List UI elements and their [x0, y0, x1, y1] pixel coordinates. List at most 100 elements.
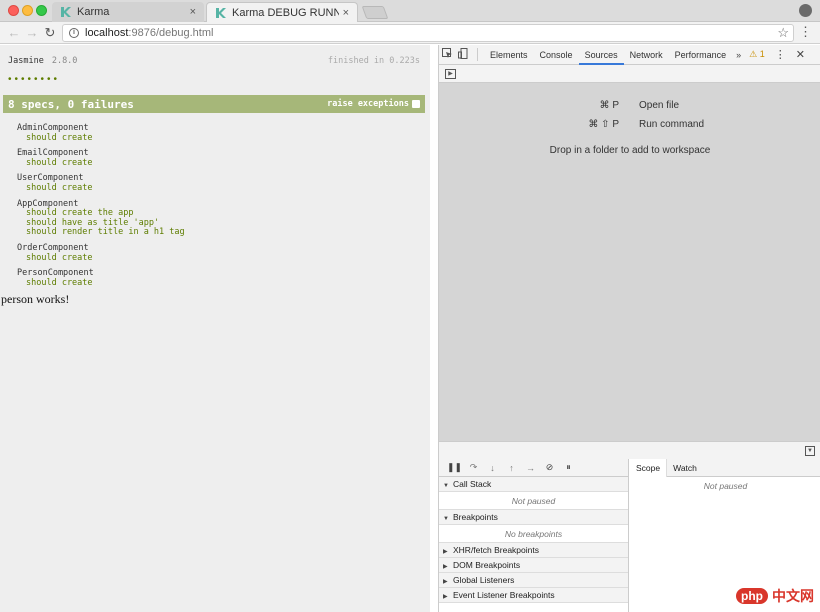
summary-text: 8 specs, 0 failures	[8, 97, 134, 111]
sources-subtoolbar: ▶	[439, 65, 820, 83]
browser-tab-debug-runner[interactable]: Karma DEBUG RUNNER ×	[206, 2, 358, 23]
shortcut-keys: ⌘ ⇧ P	[588, 119, 619, 130]
karma-logo-icon	[216, 8, 226, 18]
tab-console[interactable]: Console	[534, 45, 579, 65]
reload-icon[interactable]: ↻	[42, 25, 58, 41]
close-window-button[interactable]	[8, 5, 19, 16]
device-toolbar-icon[interactable]	[455, 47, 471, 62]
minimize-window-button[interactable]	[22, 5, 33, 16]
toolbar-divider	[477, 48, 478, 61]
spec-link[interactable]: should create	[17, 158, 185, 169]
tab-close-icon[interactable]: ×	[190, 6, 196, 18]
shortcut-label: Run command	[639, 119, 705, 130]
pause-on-exceptions-icon[interactable]: ⏸	[559, 462, 578, 473]
xhr-breakpoints-header[interactable]: ▶ XHR/fetch Breakpoints	[439, 543, 628, 558]
section-title: Event Listener Breakpoints	[453, 590, 555, 600]
more-tabs-icon[interactable]: »	[732, 50, 745, 60]
suite-group: EmailComponent should create	[17, 149, 185, 168]
expand-triangle-icon: ▼	[443, 516, 449, 522]
warning-count-badge[interactable]: ⚠ 1	[749, 49, 765, 60]
tab-watch[interactable]: Watch	[667, 459, 703, 477]
drop-folder-hint: Drop in a folder to add to workspace	[549, 145, 711, 156]
karma-logo-icon	[61, 7, 71, 17]
jasmine-header: Jasmine 2.8.0 finished in 0.223s	[8, 56, 420, 66]
profile-icon[interactable]	[799, 4, 812, 17]
spec-result-dots: ••••••••	[8, 74, 61, 85]
sources-editor-area: ⌘ P Open file ⌘ ⇧ P Run command Drop in …	[439, 83, 820, 441]
pause-icon[interactable]: ❚❚	[445, 462, 464, 473]
step-out-icon[interactable]: ↑	[502, 463, 521, 473]
suite-group: AppComponent should create the app should …	[17, 199, 185, 238]
tab-scope[interactable]: Scope	[630, 458, 668, 477]
collapsed-triangle-icon: ▶	[443, 594, 448, 600]
raise-exceptions-checkbox[interactable]	[412, 100, 420, 108]
show-navigator-icon[interactable]: ▶	[445, 69, 456, 79]
shortcut-keys: ⌘ P	[599, 100, 619, 111]
debugger-toggle-bar: ▼	[439, 441, 820, 459]
address-bar[interactable]: i localhost :9876/debug.html ☆	[62, 24, 794, 42]
inspect-element-icon[interactable]	[439, 47, 455, 62]
spec-link[interactable]: should create	[17, 183, 185, 194]
global-listeners-header[interactable]: ▶ Global Listeners	[439, 573, 628, 588]
section-title: Breakpoints	[453, 512, 498, 522]
debugger-controls: ❚❚ ↷ ↓ ↑ → ⊘ ⏸	[439, 459, 628, 477]
suite-group: UserComponent should create	[17, 174, 185, 193]
watermark: php 中文网	[736, 586, 814, 606]
scope-body: Not paused	[703, 481, 748, 491]
spec-link[interactable]: should render title in a h1 tag	[17, 228, 185, 238]
section-title: XHR/fetch Breakpoints	[453, 545, 539, 555]
spec-link[interactable]: should create	[17, 278, 185, 289]
tab-close-icon[interactable]: ×	[343, 7, 349, 19]
page-content: Jasmine 2.8.0 finished in 0.223s ••••••••…	[0, 45, 430, 612]
debugger-sidebar: ❚❚ ↷ ↓ ↑ → ⊘ ⏸ ▼ Call Stack Not paused ▼ B…	[439, 459, 629, 612]
devtools-panel: Elements Console Sources Network Perform…	[438, 45, 820, 612]
browser-toolbar: ← → ↻ i localhost :9876/debug.html ☆ ⋮	[0, 22, 820, 44]
back-arrow-icon[interactable]: ←	[6, 25, 22, 41]
tab-elements[interactable]: Elements	[484, 45, 534, 65]
breakpoints-header[interactable]: ▼ Breakpoints	[439, 510, 628, 525]
section-title: Call Stack	[453, 479, 492, 489]
dom-breakpoints-header[interactable]: ▶ DOM Breakpoints	[439, 558, 628, 573]
browser-menu-icon[interactable]: ⋮	[799, 25, 812, 39]
shortcut-label: Open file	[639, 100, 680, 111]
step-over-icon[interactable]: ↷	[464, 462, 483, 473]
section-title: DOM Breakpoints	[453, 560, 521, 570]
tab-sources[interactable]: Sources	[578, 45, 624, 65]
suite-group: OrderComponent should create	[17, 243, 185, 264]
tab-title: Karma DEBUG RUNNER	[232, 7, 339, 19]
watermark-logo: php	[736, 588, 768, 604]
expand-triangle-icon: ▼	[443, 483, 449, 489]
step-icon[interactable]: →	[521, 463, 540, 473]
new-tab-button[interactable]	[361, 6, 389, 19]
browser-tab-karma[interactable]: Karma ×	[52, 2, 204, 22]
tab-network[interactable]: Network	[624, 45, 669, 65]
step-into-icon[interactable]: ↓	[483, 463, 502, 473]
watermark-text: 中文网	[772, 588, 814, 604]
devtools-menu-icon[interactable]: ⋮	[775, 48, 786, 61]
devtools-close-icon[interactable]: ✕	[796, 48, 805, 61]
breakpoints-body: No breakpoints	[439, 525, 628, 543]
suite-group: AdminComponent should create	[17, 123, 185, 144]
event-listener-breakpoints-header[interactable]: ▶ Event Listener Breakpoints	[439, 588, 628, 603]
tab-performance[interactable]: Performance	[669, 45, 733, 65]
section-title: Global Listeners	[453, 575, 515, 585]
deactivate-breakpoints-icon[interactable]: ⊘	[540, 462, 559, 473]
suite-group: PersonComponent should create	[17, 269, 185, 288]
url-path: :9876/debug.html	[128, 27, 214, 39]
call-stack-body: Not paused	[439, 492, 628, 510]
jasmine-title: Jasmine	[8, 56, 44, 66]
jasmine-duration: finished in 0.223s	[327, 56, 420, 66]
toggle-debugger-icon[interactable]: ▼	[805, 446, 815, 456]
info-icon[interactable]: i	[69, 28, 79, 38]
spec-list: AdminComponent should create EmailComponen…	[17, 123, 185, 294]
forward-arrow-icon[interactable]: →	[24, 25, 40, 41]
bookmark-star-icon[interactable]: ☆	[777, 25, 789, 41]
maximize-window-button[interactable]	[36, 5, 47, 16]
url-host: localhost	[85, 27, 129, 39]
scope-tabs: Scope Watch	[630, 458, 820, 477]
call-stack-header[interactable]: ▼ Call Stack	[439, 477, 628, 492]
spec-link[interactable]: should create	[17, 133, 185, 144]
spec-link[interactable]: should create	[17, 253, 185, 264]
raise-exceptions-label[interactable]: raise exceptions	[327, 99, 409, 109]
summary-bar: 8 specs, 0 failures raise exceptions	[3, 95, 425, 113]
